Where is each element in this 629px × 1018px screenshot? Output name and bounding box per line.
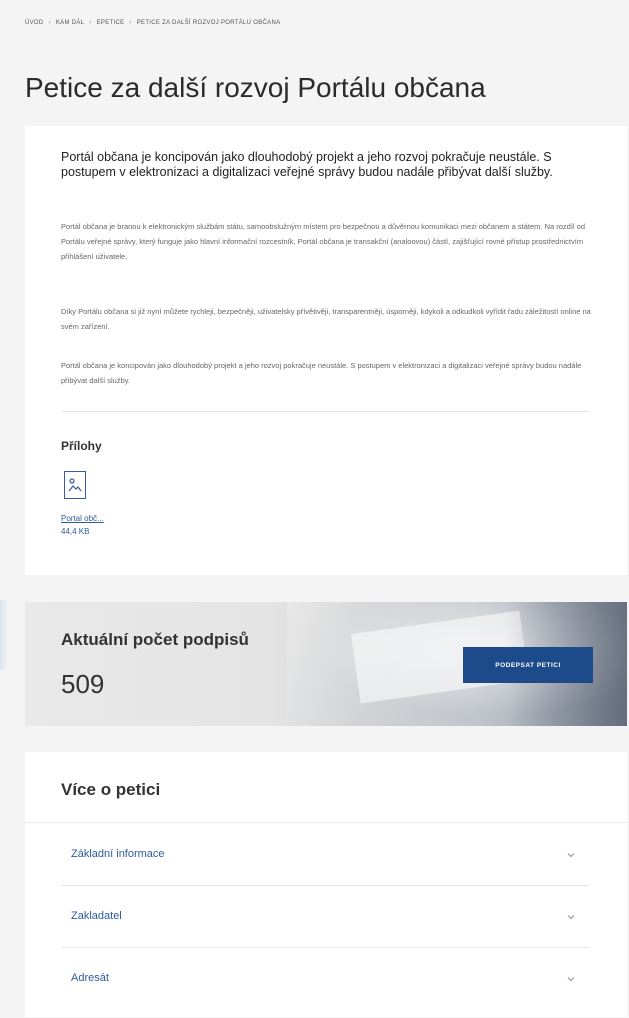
petition-paragraph: Portál občana je branou k elektronickým … <box>61 222 586 261</box>
sign-petition-button[interactable]: Podepsat petici <box>463 647 593 683</box>
breadcrumb: Úvod › Kam dál › ePetice › Petice za dal… <box>25 20 280 26</box>
left-decoration <box>0 600 8 670</box>
accordion-label: Základní informace <box>71 848 165 860</box>
breadcrumb-separator: › <box>48 20 51 26</box>
accordion-addressee[interactable]: Adresát <box>61 948 589 1010</box>
attachments-title: Přílohy <box>61 439 102 453</box>
more-about-petition-card: Více o petici Základní informace Zaklada… <box>25 752 627 1017</box>
chevron-down-icon <box>567 977 575 982</box>
chevron-down-icon <box>567 853 575 858</box>
breadcrumb-current: Petice za další rozvoj Portálu občana <box>136 20 281 26</box>
attachment-link[interactable]: Portal obč... <box>61 514 104 523</box>
more-about-title: Více o petici <box>61 780 161 799</box>
section-divider <box>25 822 627 823</box>
petition-lead: Portál občana je koncipován jako dlouhod… <box>61 150 553 179</box>
breadcrumb-separator: › <box>89 20 92 26</box>
image-file-icon[interactable] <box>64 471 86 499</box>
page-title: Petice za další rozvoj Portálu občana <box>25 72 486 103</box>
breadcrumb-home[interactable]: Úvod <box>25 20 44 26</box>
section-divider <box>61 411 589 412</box>
chevron-down-icon <box>567 915 575 920</box>
signature-count-value: 509 <box>61 669 105 699</box>
petition-paragraph: Díky Portálu občana si již nyní můžete r… <box>61 307 591 331</box>
accordion-label: Zakladatel <box>71 910 122 922</box>
breadcrumb-kam-dal[interactable]: Kam dál <box>56 20 84 26</box>
signature-count-label: Aktuální počet podpisů <box>61 630 249 649</box>
accordion-label: Adresát <box>71 972 109 984</box>
accordion-basic-info[interactable]: Základní informace <box>61 824 589 886</box>
attachment-size: 44,4 KB <box>61 527 90 536</box>
petition-description-card: Portál občana je koncipován jako dlouhod… <box>25 126 627 575</box>
signature-count-banner: Aktuální počet podpisů 509 Podepsat peti… <box>25 602 627 726</box>
breadcrumb-separator: › <box>129 20 132 26</box>
breadcrumb-epetice[interactable]: ePetice <box>97 20 125 26</box>
accordion-founder[interactable]: Zakladatel <box>61 886 589 948</box>
petition-paragraph: Portál občana je koncipován jako dlouhod… <box>61 361 582 385</box>
